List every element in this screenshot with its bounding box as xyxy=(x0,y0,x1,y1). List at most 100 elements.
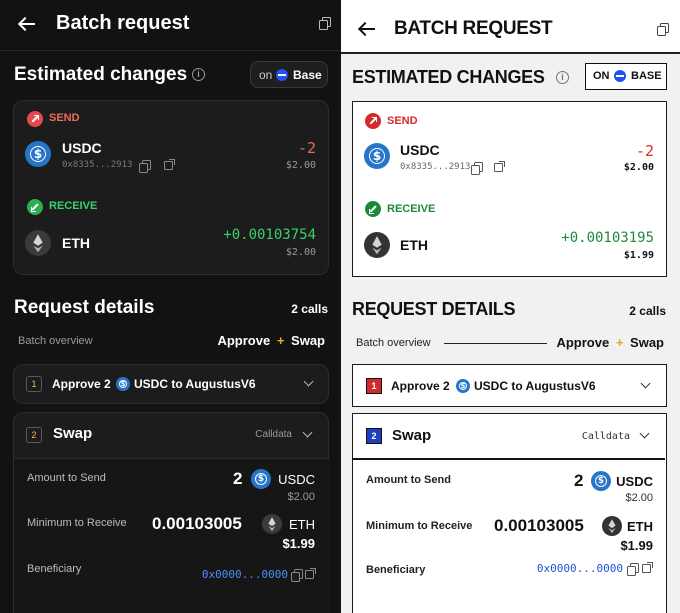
receive-amount: +0.00103754 xyxy=(223,227,316,243)
call-1-row[interactable]: 1 Approve 2 $ USDC to AugustusV6 xyxy=(13,364,329,404)
send-token-address: 0x8335...2913 xyxy=(62,160,133,170)
network-prefix: ON xyxy=(593,70,610,82)
external-link-icon[interactable] xyxy=(642,562,653,573)
usdc-token-icon: $ xyxy=(251,469,271,489)
estimated-changes-card: SEND $ USDC 0x8335...2913 -2 $2.00 RECEI… xyxy=(13,100,329,275)
call-2-title: Swap xyxy=(392,427,432,444)
receive-label: RECEIVE xyxy=(49,200,98,212)
chevron-down-icon[interactable] xyxy=(639,428,650,439)
copy-address-icon[interactable] xyxy=(139,160,151,173)
amount-to-send-token: USDC xyxy=(278,472,315,487)
call-2-divider xyxy=(353,458,665,460)
page-title: Batch request xyxy=(56,12,190,34)
batch-overview-summary: Approve + Swap xyxy=(217,333,325,348)
overview-plus: + xyxy=(615,335,624,350)
usdc-token-icon: $ xyxy=(116,377,130,391)
receive-amount: +0.00103195 xyxy=(561,230,654,246)
call-1-suffix: USDC to AugustusV6 xyxy=(474,379,596,393)
receive-usd-value: $2.00 xyxy=(285,247,316,258)
call-1-number-badge: 1 xyxy=(366,378,382,394)
external-link-icon[interactable] xyxy=(494,161,505,172)
copy-address-icon[interactable] xyxy=(291,569,303,582)
usdc-token-icon: $ xyxy=(364,143,390,169)
eth-token-icon xyxy=(364,232,390,258)
amount-to-send-usd: $2.00 xyxy=(625,492,653,504)
info-icon[interactable]: i xyxy=(556,71,569,84)
receive-arrow-icon xyxy=(27,199,43,215)
base-network-icon xyxy=(614,70,626,82)
external-link-icon[interactable] xyxy=(305,568,316,579)
header-divider xyxy=(341,52,680,54)
amount-to-send-value: 2 xyxy=(574,471,584,490)
receive-token-name: ETH xyxy=(62,235,90,251)
back-arrow-icon[interactable] xyxy=(18,17,36,31)
back-arrow-icon[interactable] xyxy=(358,22,376,36)
amount-to-send-token: USDC xyxy=(616,474,653,489)
eth-token-icon xyxy=(262,514,282,534)
send-arrow-icon xyxy=(365,113,381,129)
network-name: BASE xyxy=(631,70,662,82)
amount-to-send-label: Amount to Send xyxy=(366,474,451,486)
copy-icon[interactable] xyxy=(657,23,669,36)
call-1-prefix: Approve 2 xyxy=(391,379,450,393)
chevron-down-icon[interactable] xyxy=(302,427,313,438)
chevron-down-icon[interactable] xyxy=(303,376,314,387)
usdc-token-icon: $ xyxy=(591,471,611,491)
send-usd-value: $2.00 xyxy=(623,162,654,173)
overview-swap: Swap xyxy=(630,335,664,350)
estimated-changes-title: ESTIMATED CHANGES xyxy=(352,67,545,87)
send-label: SEND xyxy=(387,115,418,127)
minimum-to-receive-value: 0.00103005 xyxy=(152,514,242,533)
minimum-to-receive-token: ETH xyxy=(289,517,315,532)
minimum-to-receive-usd: $1.99 xyxy=(620,538,653,553)
amount-to-send-label: Amount to Send xyxy=(27,472,106,484)
call-2-number-badge: 2 xyxy=(26,427,42,443)
copy-address-icon[interactable] xyxy=(627,563,639,576)
batch-overview-summary: Approve + Swap xyxy=(556,335,664,350)
network-pill[interactable]: ON BASE xyxy=(585,63,667,90)
call-1-suffix: USDC to AugustusV6 xyxy=(134,377,256,391)
network-pill[interactable]: on Base xyxy=(250,61,328,88)
call-1-prefix: Approve 2 xyxy=(52,377,111,391)
send-label: SEND xyxy=(49,112,80,124)
beneficiary-address[interactable]: 0x0000...0000 xyxy=(537,562,623,575)
minimum-to-receive-value: 0.00103005 xyxy=(494,516,584,535)
send-amount: -2 xyxy=(635,142,654,160)
batch-overview-label: Batch overview xyxy=(356,337,431,349)
overview-swap: Swap xyxy=(291,333,325,348)
estimated-changes-card: SEND $ USDC 0x8335...2913 -2 $2.00 RECEI… xyxy=(352,101,667,277)
page-title: BATCH REQUEST xyxy=(394,18,553,39)
usdc-token-icon: $ xyxy=(25,141,51,167)
minimum-to-receive-usd: $1.99 xyxy=(282,536,315,551)
send-token-address: 0x8335...2913 xyxy=(400,162,471,172)
receive-usd-value: $1.99 xyxy=(623,250,654,261)
batch-overview-label: Batch overview xyxy=(18,335,93,347)
eth-token-icon xyxy=(602,516,622,536)
info-icon[interactable]: i xyxy=(192,68,205,81)
copy-address-icon[interactable] xyxy=(471,162,483,175)
request-details-title: Request details xyxy=(14,297,155,318)
external-link-icon[interactable] xyxy=(164,159,175,170)
call-1-row[interactable]: 1 Approve 2 $ USDC to AugustusV6 xyxy=(352,364,667,407)
beneficiary-address[interactable]: 0x0000...0000 xyxy=(202,568,288,581)
receive-token-name: ETH xyxy=(400,237,428,253)
chevron-down-icon[interactable] xyxy=(640,378,651,389)
dark-theme-panel: Batch request Estimated changes i on Bas… xyxy=(0,0,341,613)
header-divider xyxy=(0,50,341,51)
beneficiary-label: Beneficiary xyxy=(366,564,426,576)
network-name: Base xyxy=(293,68,322,82)
overview-plus: + xyxy=(276,333,285,348)
calldata-toggle[interactable]: Calldata xyxy=(255,429,292,440)
light-theme-panel: BATCH REQUEST ESTIMATED CHANGES i ON BAS… xyxy=(341,0,680,613)
call-2-number-badge: 2 xyxy=(366,428,382,444)
call-2-card: 2 Swap Calldata Amount to Send 2 $ USDC … xyxy=(13,412,330,613)
minimum-to-receive-token: ETH xyxy=(627,519,653,534)
call-1-number-badge: 1 xyxy=(26,376,42,392)
calldata-toggle[interactable]: Calldata xyxy=(582,431,630,442)
usdc-token-icon: $ xyxy=(456,379,470,393)
calls-count: 2 calls xyxy=(291,302,328,316)
amount-to-send-usd: $2.00 xyxy=(287,491,315,503)
copy-icon[interactable] xyxy=(319,17,331,30)
call-2-card: 2 Swap Calldata Amount to Send 2 $ USDC … xyxy=(352,413,667,613)
send-arrow-icon xyxy=(27,111,43,127)
